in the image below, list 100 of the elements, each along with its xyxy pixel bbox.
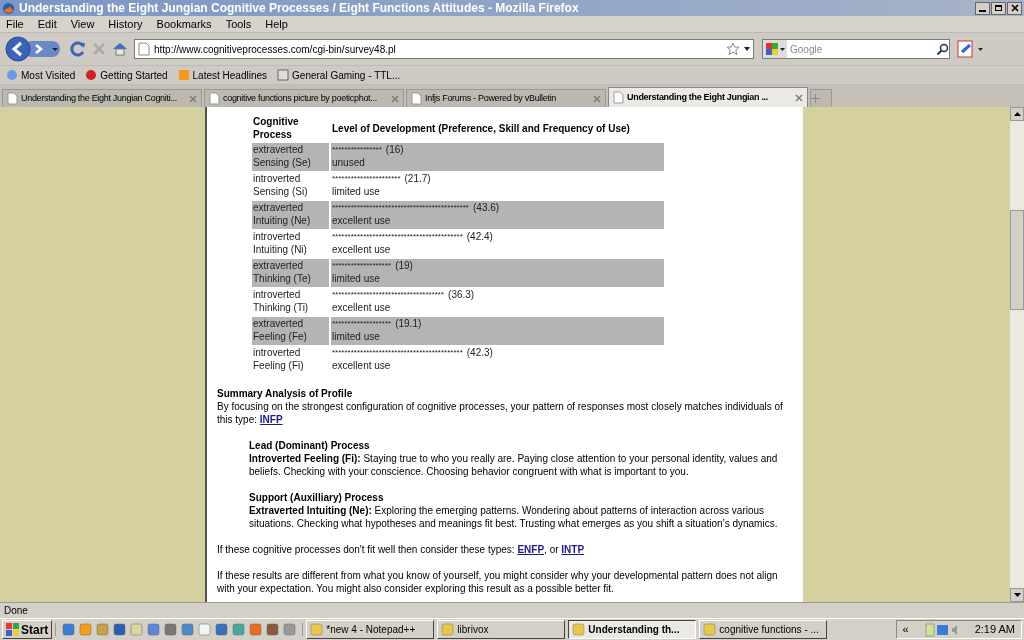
star-icon[interactable] xyxy=(726,42,740,56)
browser-tab[interactable]: Understanding the Eight Jungian Cogniti... xyxy=(2,89,202,107)
quick-launch-icon[interactable] xyxy=(266,623,280,636)
score-text: (42.3) xyxy=(466,346,493,359)
page-icon xyxy=(411,92,422,105)
tab-label: Understanding the Eight Jungian ... xyxy=(627,90,769,104)
type-link[interactable]: INFP xyxy=(259,414,283,425)
browser-tab[interactable]: cognitive functions picture by poeticphot... xyxy=(204,89,404,107)
rating-stars: ****************************************** xyxy=(332,347,463,359)
quick-launch-icon[interactable] xyxy=(283,623,297,636)
search-icon[interactable] xyxy=(936,42,949,56)
app-icon xyxy=(572,623,586,636)
notepad-addon-icon[interactable] xyxy=(956,40,984,58)
firefox-icon xyxy=(2,1,15,15)
close-icon[interactable] xyxy=(189,94,197,103)
scrollbar[interactable] xyxy=(1010,107,1024,602)
attitude-label: extraverted xyxy=(253,201,305,214)
app-icon xyxy=(441,623,455,636)
bookmark-link[interactable]: General Gaming - TTL... xyxy=(277,67,401,83)
quick-launch-icon[interactable] xyxy=(215,623,229,636)
bookmark-link[interactable]: Latest Headlines xyxy=(177,67,268,83)
tab-label: Understanding the Eight Jungian Cogniti... xyxy=(21,91,178,105)
menu-item[interactable]: File xyxy=(6,15,24,33)
rating-stars: ******************* xyxy=(332,318,392,330)
attitude-label: introverted xyxy=(253,172,302,185)
quick-launch-icon[interactable] xyxy=(147,623,161,636)
close-icon[interactable] xyxy=(391,94,399,103)
score-text: (16) xyxy=(385,143,404,156)
menu-item[interactable]: History xyxy=(108,15,143,33)
search-input[interactable]: Google xyxy=(790,41,933,57)
rating-stars: ******************************************** xyxy=(332,202,469,214)
menu-item[interactable]: Help xyxy=(265,15,288,33)
menu-item[interactable]: Edit xyxy=(37,15,57,33)
rating-stars: ********************** xyxy=(332,173,401,185)
attitude-label: introverted xyxy=(253,346,302,359)
quick-launch-icon[interactable] xyxy=(249,623,263,636)
process-label: Sensing (Si) xyxy=(253,185,309,198)
quick-launch-icon[interactable] xyxy=(181,623,195,636)
type-link[interactable]: INTP xyxy=(561,544,585,555)
quick-launch-icon[interactable] xyxy=(113,623,127,636)
down-arrow-icon[interactable] xyxy=(1013,593,1021,597)
search-field[interactable]: Google xyxy=(762,39,950,59)
page-icon xyxy=(209,92,220,105)
process-label: Intuiting (Ni) xyxy=(253,243,308,256)
tab-label: cognitive functions picture by poeticphot... xyxy=(223,91,378,105)
home-icon[interactable] xyxy=(112,41,128,57)
up-arrow-icon[interactable] xyxy=(1013,112,1021,116)
restore-button[interactable] xyxy=(991,1,1006,15)
rating-stars: ************************************ xyxy=(332,289,445,301)
process-heading: Lead (Dominant) Process xyxy=(249,439,371,452)
close-icon[interactable] xyxy=(593,94,601,103)
close-icon[interactable] xyxy=(795,93,803,102)
score-text: (19.1) xyxy=(395,317,422,330)
scrollbar-thumb[interactable] xyxy=(1010,209,1024,310)
attitude-label: extraverted xyxy=(253,259,305,272)
browser-tab[interactable]: Infjs Forums - Powered by vBulletin xyxy=(406,89,606,107)
rating-text: excellent use xyxy=(332,243,392,256)
column-header: Cognitive Process xyxy=(252,115,300,142)
taskbar-button[interactable]: librivox xyxy=(437,620,566,639)
address-bar[interactable]: http://www.cognitiveprocesses.com/cgi-bin/survey48.pl xyxy=(134,39,754,59)
rating-text: limited use xyxy=(332,330,381,343)
minimize-button[interactable] xyxy=(975,1,990,15)
type-link[interactable]: ENFP xyxy=(517,544,545,555)
tab-label: Infjs Forums - Powered by vBulletin xyxy=(425,91,558,105)
start-button[interactable]: Start xyxy=(2,620,53,639)
window-title: Understanding the Eight Jungian Cognitive Processes / Eight Functions Attitudes - Mozilla Firefox xyxy=(19,0,579,17)
rating-text: unused xyxy=(332,156,366,169)
menu-item[interactable]: Bookmarks xyxy=(156,15,212,33)
page-icon xyxy=(7,92,18,105)
quick-launch-icon[interactable] xyxy=(62,623,76,636)
dropdown-icon[interactable] xyxy=(744,47,750,51)
rating-text: limited use xyxy=(332,185,381,198)
taskbar-button[interactable]: *new 4 - Notepad++ xyxy=(306,620,435,639)
bookmark-link[interactable]: Getting Started xyxy=(85,67,168,83)
menu-item[interactable]: View xyxy=(70,15,95,33)
plus-icon xyxy=(811,94,820,103)
clock-text: 2:19 AM xyxy=(974,622,1015,638)
taskbar-button[interactable]: cognitive functions - ... xyxy=(699,620,828,639)
process-label: Feeling (Fe) xyxy=(253,330,308,343)
quick-launch-icon[interactable] xyxy=(164,623,178,636)
score-text: (21.7) xyxy=(404,172,431,185)
close-button[interactable] xyxy=(1007,1,1022,15)
search-engine-icon[interactable] xyxy=(763,40,787,58)
tray-toggle[interactable]: « xyxy=(902,621,909,638)
score-text: (19) xyxy=(395,259,413,272)
process-label: Sensing (Se) xyxy=(253,156,312,169)
rating-text: excellent use xyxy=(332,214,392,227)
bookmark-link[interactable]: Most Visited xyxy=(6,67,76,83)
reload-icon[interactable] xyxy=(70,41,86,57)
new-tab-button[interactable] xyxy=(810,89,832,107)
quick-launch-icon[interactable] xyxy=(79,623,93,636)
browser-tab[interactable]: Understanding the Eight Jungian ... xyxy=(608,87,808,107)
process-label: Intuiting (Ne) xyxy=(253,214,312,227)
quick-launch-icon[interactable] xyxy=(96,623,110,636)
alternatives-paragraph: If these cognitive processes don't fit well then consider these types: ENFP, or INTP xyxy=(217,543,586,556)
quick-launch-icon[interactable] xyxy=(232,623,246,636)
process-label: Thinking (Ti) xyxy=(253,301,310,314)
taskbar-button[interactable]: Understanding th... xyxy=(568,620,697,639)
quick-launch-icon[interactable] xyxy=(198,623,212,636)
menu-item[interactable]: Tools xyxy=(225,15,252,33)
